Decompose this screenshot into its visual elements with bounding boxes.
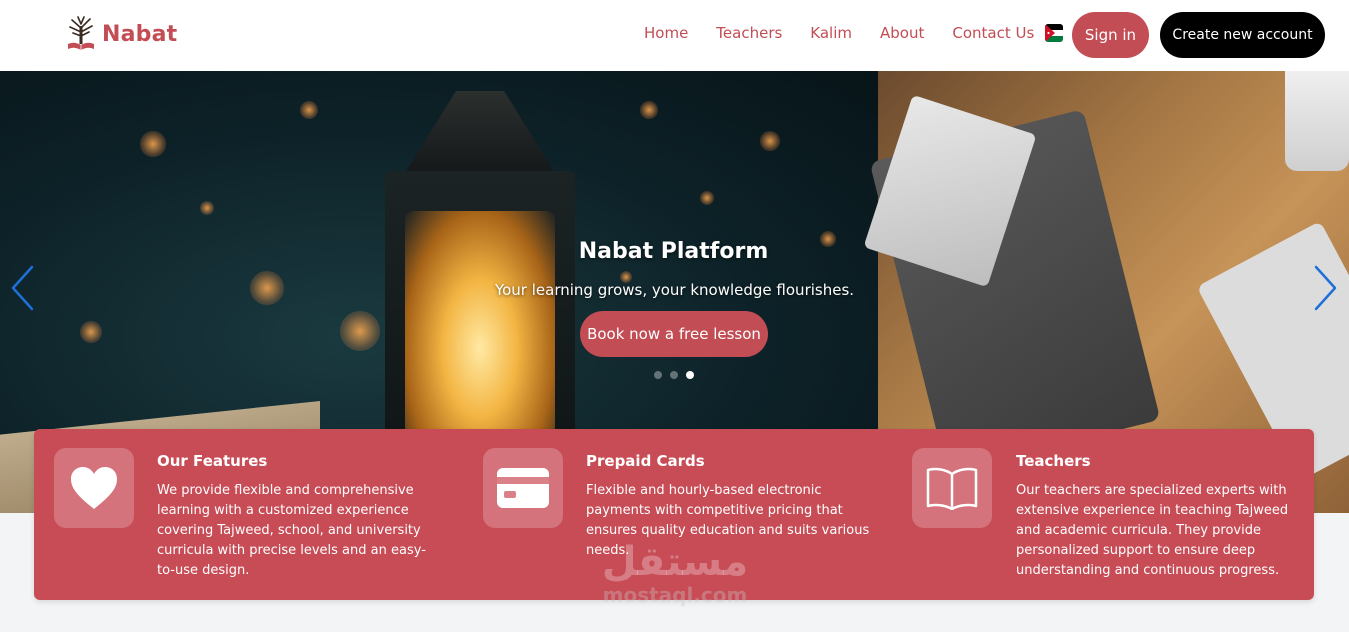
hero-subtitle: Your learning grows, your knowledge flou… — [494, 281, 855, 299]
feature-description: We provide flexible and comprehensive le… — [157, 483, 426, 578]
feature-description: Our teachers are specialized experts wit… — [1016, 483, 1289, 578]
create-account-button[interactable]: Create new account — [1160, 12, 1325, 58]
carousel-next-chevron-right-icon[interactable] — [1310, 264, 1340, 312]
navbar: Nabat Home Teachers Kalim About Contact … — [0, 0, 1349, 71]
feature-title: Teachers — [1016, 452, 1091, 470]
main-nav: Home Teachers Kalim About Contact Us — [644, 24, 1034, 42]
brand-name: Nabat — [102, 21, 178, 47]
heart-icon — [54, 448, 134, 528]
nav-about[interactable]: About — [880, 24, 924, 42]
nav-teachers[interactable]: Teachers — [716, 24, 782, 42]
carousel-indicators — [654, 371, 694, 379]
tree-book-logo-icon — [68, 16, 94, 50]
feature-title: Prepaid Cards — [586, 452, 705, 470]
hero-title: Nabat Platform — [578, 239, 769, 264]
book-free-lesson-button[interactable]: Book now a free lesson — [580, 311, 768, 357]
feature-title: Our Features — [157, 452, 268, 470]
carousel-dot-3[interactable] — [686, 371, 694, 379]
credit-card-icon — [483, 448, 563, 528]
carousel-dot-1[interactable] — [654, 371, 662, 379]
nav-contact-us[interactable]: Contact Us — [952, 24, 1034, 42]
open-book-icon — [912, 448, 992, 528]
feature-description: Flexible and hourly-based electronic pay… — [586, 483, 870, 558]
nav-kalim[interactable]: Kalim — [810, 24, 852, 42]
carousel-dot-2[interactable] — [670, 371, 678, 379]
brand[interactable]: Nabat — [66, 16, 177, 52]
features-band: Our Features We provide flexible and com… — [34, 429, 1314, 600]
sign-in-button[interactable]: Sign in — [1072, 12, 1149, 58]
jordan-flag-icon[interactable] — [1045, 24, 1063, 42]
nav-home[interactable]: Home — [644, 24, 688, 42]
carousel-prev-chevron-left-icon[interactable] — [8, 264, 38, 312]
